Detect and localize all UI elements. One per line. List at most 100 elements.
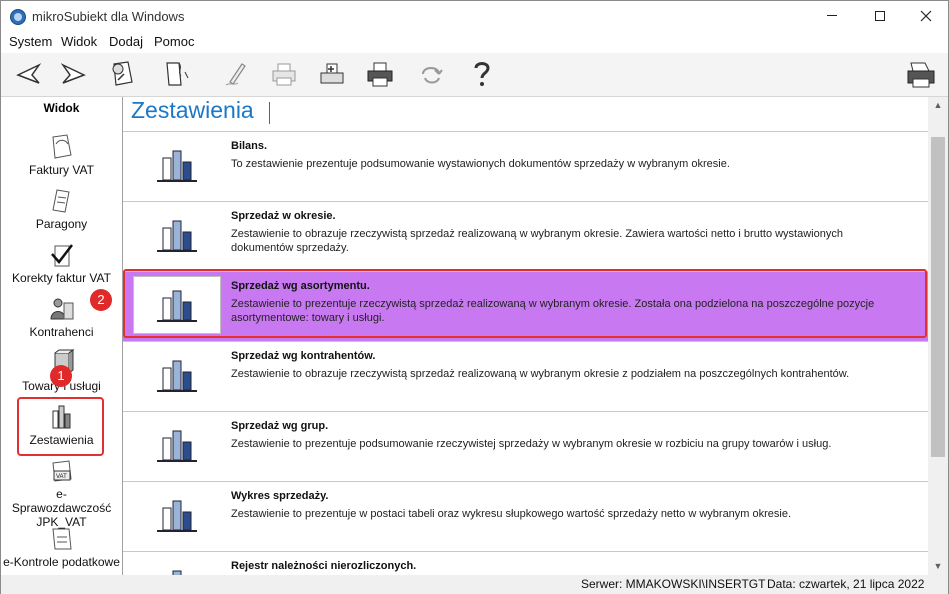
sidebar-item-faktury-vat[interactable]: Faktury VAT	[1, 133, 122, 177]
report-title: Rejestr należności nierozliczonych.	[231, 560, 417, 572]
selected-row-highlight	[123, 269, 927, 338]
help-icon	[474, 62, 490, 86]
document-button[interactable]	[159, 57, 193, 91]
menu-pomoc[interactable]: Pomoc	[154, 34, 194, 49]
print-document-button[interactable]	[363, 57, 397, 91]
vertical-scrollbar[interactable]: ▲ ▼	[928, 97, 948, 575]
sidebar-item-label: e-Kontrole podatkowe	[3, 555, 120, 569]
scroll-up-icon[interactable]: ▲	[928, 97, 948, 114]
report-row-sprzedaz-wg-grup[interactable]: Sprzedaż wg grup. Zestawienie to prezent…	[123, 411, 928, 481]
jpk-vat-icon: VAT	[51, 460, 72, 482]
report-title: Sprzedaż wg grup.	[231, 420, 329, 432]
report-row-sprzedaz-wg-kontrahentow[interactable]: Sprzedaż wg kontrahentów. Zestawienie to…	[123, 341, 928, 411]
app-window: mikroSubiekt dla Windows System Widok Do…	[0, 0, 949, 594]
toolbar	[1, 53, 948, 97]
sidebar-item-e-kontrole[interactable]: e-Kontrole podatkowe	[1, 525, 122, 569]
report-title: Sprzedaż wg kontrahentów.	[231, 350, 376, 362]
menu-widok[interactable]: Widok	[61, 34, 97, 49]
sidebar-item-label: Korekty faktur VAT	[12, 271, 111, 285]
report-row-bilans[interactable]: Bilans. To zestawienie prezentuje podsum…	[123, 131, 928, 201]
page-title: Zestawienia	[131, 97, 254, 123]
minimize-icon	[827, 15, 837, 17]
back-arrow-icon	[16, 63, 41, 84]
sidebar-item-label: Faktury VAT	[29, 163, 94, 177]
settings-form-icon	[112, 61, 133, 86]
report-title: Wykres sprzedaży.	[231, 490, 329, 502]
scroll-down-icon[interactable]: ▼	[928, 558, 948, 575]
printer-settings-button[interactable]	[904, 57, 938, 91]
invoice-icon	[51, 134, 72, 159]
settings-form-button[interactable]	[105, 57, 139, 91]
report-icon-box	[133, 136, 221, 194]
report-icon-box	[133, 416, 221, 474]
menu-bar: System Widok Dodaj Pomoc	[1, 31, 948, 53]
minimize-button[interactable]	[809, 1, 855, 31]
report-title: Bilans.	[231, 140, 268, 152]
window-title: mikroSubiekt dla Windows	[32, 9, 185, 24]
maximize-icon	[875, 10, 885, 21]
sidebar-item-label: Paragony	[35, 217, 88, 231]
report-description: To zestawienie prezentuje podsumowanie w…	[231, 158, 730, 170]
report-icon-box	[133, 206, 221, 264]
bar-chart-icon	[157, 220, 197, 252]
fiscal-printer-icon	[320, 63, 344, 84]
edit-pen-icon	[225, 63, 246, 86]
report-row-rejestr-naleznosci[interactable]: Rejestr należności nierozliczonych.	[123, 551, 928, 575]
bar-chart-icon	[157, 430, 197, 462]
report-row-wykres-sprzedazy[interactable]: Wykres sprzedaży. Zestawienie to prezent…	[123, 481, 928, 551]
report-title: Sprzedaż w okresie.	[231, 210, 336, 222]
close-icon	[920, 10, 932, 22]
report-description: Zestawienie to prezentuje podsumowanie r…	[231, 438, 832, 450]
status-date: Data: czwartek, 21 lipca 2022	[767, 577, 925, 591]
maximize-button[interactable]	[857, 1, 903, 31]
report-description: Zestawienie to obrazuje rzeczywistą sprz…	[231, 368, 850, 380]
sidebar-item-paragony[interactable]: Paragony	[1, 187, 122, 231]
bar-chart-icon	[172, 570, 182, 575]
step-badge-2: 2	[90, 289, 112, 311]
help-button[interactable]	[465, 57, 499, 91]
report-description: Zestawienie to obrazuje rzeczywistą sprz…	[231, 228, 843, 254]
svg-text:VAT: VAT	[56, 474, 67, 480]
bar-chart-icon	[157, 150, 197, 182]
menu-dodaj[interactable]: Dodaj	[109, 34, 143, 49]
report-icon-box	[133, 346, 221, 404]
printer-icon	[272, 63, 296, 86]
contractors-icon	[49, 298, 73, 320]
refresh-icon	[422, 67, 443, 84]
app-logo-icon	[10, 9, 26, 25]
receipt-icon	[51, 189, 70, 213]
report-icon-box	[133, 486, 221, 544]
step-badge-1: 1	[50, 365, 72, 387]
view-sidebar: Widok Faktury VAT Paragony Korekty faktu…	[1, 97, 122, 575]
settings-printer-icon	[907, 62, 935, 88]
menu-system[interactable]: System	[9, 34, 52, 49]
refresh-button[interactable]	[415, 57, 449, 91]
bar-chart-icon	[157, 500, 197, 532]
bar-chart-icon	[157, 360, 197, 392]
back-button[interactable]	[11, 57, 45, 91]
title-caret	[269, 102, 270, 124]
sidebar-header: Widok	[43, 101, 80, 115]
title-bar: mikroSubiekt dla Windows	[1, 1, 948, 31]
close-button[interactable]	[903, 1, 949, 31]
report-row-sprzedaz-w-okresie[interactable]: Sprzedaż w okresie. Zestawienie to obraz…	[123, 201, 928, 271]
forward-arrow-icon	[61, 63, 86, 84]
fiscal-print-button[interactable]	[315, 57, 349, 91]
sidebar-item-jpk-vat[interactable]: VAT e-Sprawozdawczość JPK_VAT	[1, 457, 122, 529]
report-icon-box	[133, 556, 221, 575]
sidebar-item-label: Kontrahenci	[29, 325, 94, 339]
status-server: Serwer: MMAKOWSKI\INSERTGT	[581, 577, 766, 591]
document-icon	[166, 62, 189, 86]
printer-icon	[367, 62, 393, 87]
sidebar-item-label: e-Sprawozdawczość JPK_VAT	[11, 487, 112, 529]
print-button[interactable]	[267, 57, 301, 91]
tax-control-icon	[51, 528, 72, 550]
selected-item-highlight	[17, 397, 104, 456]
status-bar: Serwer: MMAKOWSKI\INSERTGT Data: czwarte…	[1, 575, 948, 594]
scroll-thumb[interactable]	[931, 137, 945, 457]
correction-icon	[50, 244, 73, 267]
report-description: Zestawienie to prezentuje w postaci tabe…	[231, 508, 792, 520]
forward-button[interactable]	[57, 57, 91, 91]
edit-button[interactable]	[219, 57, 253, 91]
sidebar-item-korekty[interactable]: Korekty faktur VAT	[1, 241, 122, 285]
